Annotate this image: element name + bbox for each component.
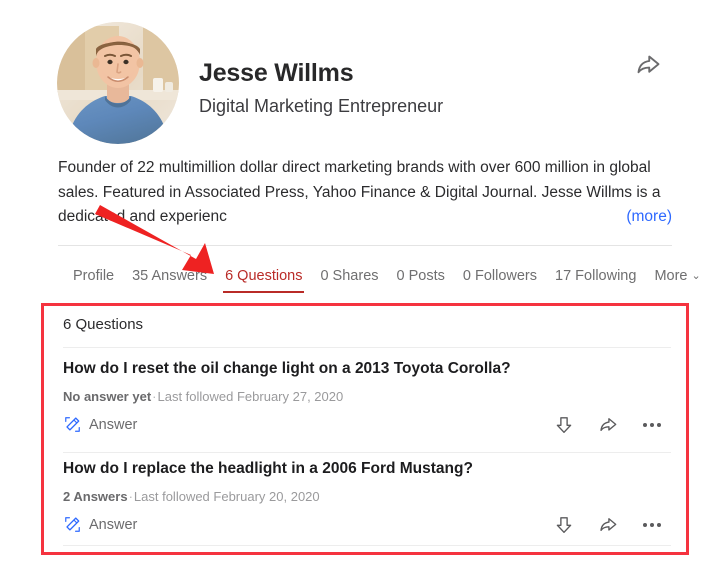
share-arrow-icon[interactable] [597,414,619,436]
tab-label: 0 Shares [320,268,379,284]
avatar-photo [57,22,179,144]
tab-profile[interactable]: Profile [64,264,123,293]
tab-label: 0 Followers [462,268,538,284]
three-dots-icon[interactable] [641,517,663,533]
question-title[interactable]: How do I reset the oil change light on a… [63,358,671,380]
profile-name-block: Jesse Willms Digital Marketing Entrepren… [199,58,443,119]
tab-answers[interactable]: 35 Answers [123,264,216,293]
share-arrow-icon [637,55,660,74]
tab-posts[interactable]: 0 Posts [388,264,454,293]
bio-more-link[interactable]: (more) [626,205,672,230]
profile-header: Jesse Willms Digital Marketing Entrepren… [57,22,677,146]
last-followed: Last followed February 20, 2020 [133,489,320,504]
tab-followers[interactable]: 0 Followers [454,264,546,293]
pencil-edit-icon [65,517,80,532]
answer-button[interactable]: Answer [63,415,137,434]
share-profile-button[interactable] [633,50,663,80]
three-dots-icon[interactable] [641,417,663,433]
question-divider [63,452,671,453]
tab-label: 17 Following [555,268,637,284]
question-list-item: How do I replace the headlight in a 2006… [63,458,671,541]
tab-shares[interactable]: 0 Shares [311,264,387,293]
share-arrow-icon[interactable] [597,514,619,536]
questions-panel: 6 Questions How do I reset the oil chang… [41,303,689,555]
question-meta: No answer yet·Last followed February 27,… [63,388,671,406]
questions-panel-title: 6 Questions [63,316,144,333]
tab-label: Profile [73,268,115,284]
avatar[interactable] [57,22,179,144]
question-actions: Answer [63,515,671,541]
profile-bio: Founder of 22 multimillion dollar direct… [58,156,672,230]
answer-button[interactable]: Answer [63,515,137,534]
tab-label: 0 Posts [396,268,445,284]
profile-bio-text: Founder of 22 multimillion dollar direct… [58,159,661,225]
chevron-down-icon: ⌄ [691,270,701,282]
question-list-item: How do I reset the oil change light on a… [63,358,671,441]
question-meta: 2 Answers·Last followed February 20, 202… [63,488,671,506]
last-followed: Last followed February 27, 2020 [157,389,344,404]
question-actions: Answer [63,415,671,441]
tab-label: 6 Questions [225,268,303,284]
question-action-icons [553,514,663,536]
downvote-arrow-icon[interactable] [553,514,575,536]
tab-questions[interactable]: 6 Questions [216,264,311,293]
answer-button-label: Answer [89,516,138,533]
question-title[interactable]: How do I replace the headlight in a 2006… [63,458,671,480]
downvote-arrow-icon[interactable] [553,414,575,436]
profile-tagline: Digital Marketing Entrepreneur [199,96,444,116]
tab-more[interactable]: More ⌄ [645,264,701,293]
answer-button-label: Answer [89,416,138,433]
profile-divider [58,245,672,246]
profile-tabs: Profile 35 Answers 6 Questions 0 Shares … [64,264,701,293]
panel-divider [63,347,671,348]
answer-count: 2 Answers [63,489,128,504]
answer-count: No answer yet [63,389,152,404]
tab-following[interactable]: 17 Following [546,264,645,293]
page-title: Jesse Willms [199,59,354,87]
tab-label: 35 Answers [132,268,208,284]
tab-label: More [654,268,688,284]
question-divider [63,545,671,546]
question-action-icons [553,414,663,436]
pencil-edit-icon [65,417,80,432]
